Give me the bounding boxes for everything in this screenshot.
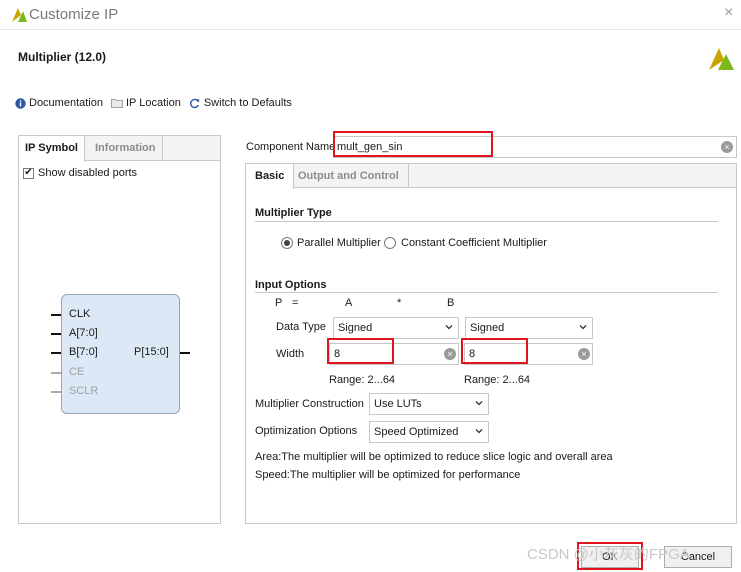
tab-output-control[interactable]: Output and Control xyxy=(289,164,409,188)
equation-times: * xyxy=(397,297,402,309)
folder-icon xyxy=(111,97,123,109)
data-type-label: Data Type xyxy=(276,321,326,333)
show-disabled-ports-row: ✔ Show disabled ports xyxy=(23,167,137,179)
refresh-icon xyxy=(189,97,201,109)
tab-ip-symbol[interactable]: IP Symbol xyxy=(19,136,85,162)
chevron-down-icon xyxy=(445,325,453,330)
config-tabs: Basic Output and Control xyxy=(246,164,736,189)
port-ce: CE xyxy=(69,366,85,378)
parallel-multiplier-label: Parallel Multiplier xyxy=(297,237,381,249)
tab-basic[interactable]: Basic xyxy=(246,164,295,189)
port-pin-p xyxy=(180,352,190,354)
clear-width-a-icon[interactable]: × xyxy=(444,348,456,360)
port-a: A[7:0] xyxy=(69,327,98,339)
note-speed: Speed:The multiplier will be optimized f… xyxy=(255,469,521,481)
data-type-a-value: Signed xyxy=(338,322,373,334)
note-area: Area:The multiplier will be optimized to… xyxy=(255,451,613,463)
ip-location-label: IP Location xyxy=(126,97,181,109)
switch-defaults-button[interactable]: Switch to Defaults xyxy=(189,97,292,109)
port-pin-a xyxy=(51,333,61,335)
chevron-down-icon xyxy=(579,325,587,330)
window-title: Customize IP xyxy=(29,6,119,23)
chevron-down-icon xyxy=(475,429,483,434)
multiplier-type-rule xyxy=(255,221,718,222)
port-pin-clk xyxy=(51,314,61,316)
window-titlebar: Customize IP × xyxy=(0,0,741,30)
optimization-label: Optimization Options xyxy=(255,425,358,437)
port-pin-sclr xyxy=(51,391,61,393)
data-type-b-value: Signed xyxy=(470,322,505,334)
clear-width-b-icon[interactable]: × xyxy=(578,348,590,360)
watermark: CSDN @小灰灰的FPGA xyxy=(527,546,690,563)
show-disabled-ports-label: Show disabled ports xyxy=(38,167,138,179)
port-b: B[7:0] xyxy=(69,346,98,358)
ip-symbol-panel: IP Symbol Information ✔ Show disabled po… xyxy=(18,135,221,524)
multiplier-type-title: Multiplier Type xyxy=(255,207,332,219)
highlight-width-b xyxy=(461,338,528,364)
construction-label: Multiplier Construction xyxy=(255,398,364,410)
equation-a: A xyxy=(345,297,353,309)
port-p: P[15:0] xyxy=(134,346,169,358)
input-options-title: Input Options xyxy=(255,279,327,291)
chevron-down-icon xyxy=(475,401,483,406)
clear-component-icon[interactable]: × xyxy=(721,141,733,153)
ip-title: Multiplier (12.0) xyxy=(18,50,107,64)
left-tabs: IP Symbol Information xyxy=(19,136,220,162)
data-type-a-select[interactable]: Signed xyxy=(333,317,459,339)
input-options-rule xyxy=(255,292,718,293)
equation-b: B xyxy=(447,297,455,309)
range-a: Range: 2...64 xyxy=(329,374,396,386)
optimization-value: Speed Optimized xyxy=(374,426,459,438)
width-label: Width xyxy=(276,348,305,360)
construction-select[interactable]: Use LUTs xyxy=(369,393,489,415)
equation-equals: = xyxy=(292,297,299,309)
documentation-button[interactable]: Documentation xyxy=(14,97,103,109)
switch-defaults-label: Switch to Defaults xyxy=(203,97,292,109)
tab-information[interactable]: Information xyxy=(89,136,163,161)
port-pin-b xyxy=(51,352,61,354)
construction-value: Use LUTs xyxy=(374,398,422,410)
data-type-b-select[interactable]: Signed xyxy=(465,317,593,339)
port-clk: CLK xyxy=(69,308,91,320)
info-icon xyxy=(14,97,26,109)
highlight-component-name xyxy=(333,131,493,157)
equation-p: P xyxy=(275,297,283,309)
constant-coefficient-radio[interactable] xyxy=(384,237,396,249)
xilinx-brand-icon xyxy=(709,48,734,70)
show-disabled-ports-checkbox[interactable]: ✔ xyxy=(23,167,34,179)
toolbar: Documentation IP Location Switch to Defa… xyxy=(14,96,292,110)
close-icon[interactable]: × xyxy=(724,4,733,22)
port-sclr: SCLR xyxy=(69,385,99,397)
constant-coefficient-label: Constant Coefficient Multiplier xyxy=(401,237,547,249)
xilinx-logo-icon xyxy=(12,8,27,22)
component-name-label: Component Name xyxy=(246,141,336,153)
port-pin-ce xyxy=(51,372,61,374)
highlight-width-a xyxy=(327,338,394,364)
optimization-select[interactable]: Speed Optimized xyxy=(369,421,489,443)
ip-location-button[interactable]: IP Location xyxy=(111,97,181,109)
range-b: Range: 2...64 xyxy=(464,374,531,386)
documentation-label: Documentation xyxy=(29,97,103,109)
parallel-multiplier-radio[interactable] xyxy=(281,237,293,249)
